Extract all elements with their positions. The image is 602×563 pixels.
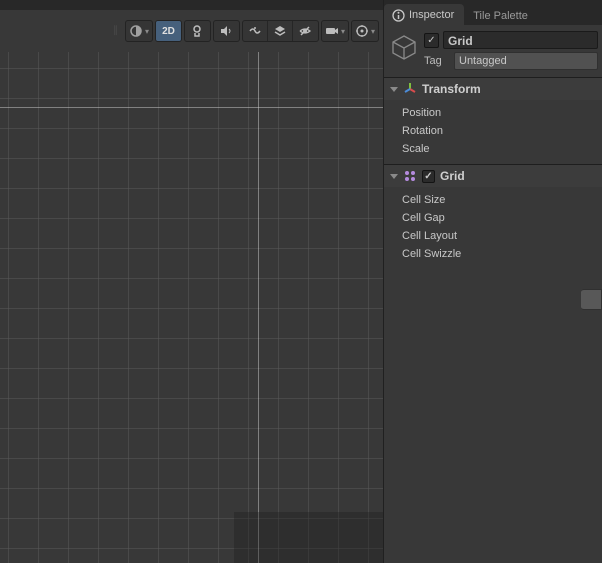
component-title: Grid bbox=[440, 169, 465, 183]
hidden-icon bbox=[298, 24, 312, 38]
audio-icon bbox=[219, 24, 233, 38]
light-icon bbox=[190, 24, 204, 38]
tab-tile-palette-label: Tile Palette bbox=[473, 10, 528, 22]
lighting-toggle[interactable] bbox=[184, 20, 211, 42]
component-header-grid[interactable]: ✓ Grid bbox=[384, 165, 602, 187]
prop-rotation[interactable]: Rotation bbox=[402, 122, 602, 140]
tab-inspector-label: Inspector bbox=[409, 9, 454, 21]
component-title: Transform bbox=[422, 82, 481, 96]
fx-icon bbox=[248, 24, 262, 38]
mode-2d-label: 2D bbox=[162, 26, 175, 37]
layers-toggle[interactable] bbox=[268, 21, 293, 41]
fx-layers-group bbox=[242, 20, 319, 42]
prop-cell-layout[interactable]: Cell Layout bbox=[402, 227, 602, 245]
chevron-down-icon: ▾ bbox=[341, 27, 345, 36]
foldout-icon bbox=[390, 87, 398, 92]
scene-canvas[interactable] bbox=[0, 52, 383, 563]
tag-dropdown[interactable]: Untagged bbox=[454, 52, 598, 70]
foldout-icon bbox=[390, 174, 398, 179]
info-icon bbox=[392, 9, 405, 22]
component-transform: Transform Position Rotation Scale bbox=[384, 77, 602, 164]
name-field[interactable]: Grid bbox=[443, 31, 598, 49]
tag-label: Tag bbox=[424, 55, 450, 67]
layers-icon bbox=[273, 24, 287, 38]
mode-2d-button[interactable]: 2D bbox=[155, 20, 182, 42]
tab-tile-palette[interactable]: Tile Palette bbox=[465, 6, 538, 25]
prop-cell-gap[interactable]: Cell Gap bbox=[402, 209, 602, 227]
gizmo-icon bbox=[355, 24, 369, 38]
inspector-header: ✓ Grid Tag Untagged bbox=[384, 25, 602, 77]
component-header-transform[interactable]: Transform bbox=[384, 78, 602, 100]
audio-toggle[interactable] bbox=[213, 20, 240, 42]
inspector-panel: Inspector Tile Palette ✓ Grid Tag Untagg… bbox=[383, 0, 602, 563]
prop-scale[interactable]: Scale bbox=[402, 140, 602, 158]
scene-axis-x bbox=[0, 107, 383, 108]
tag-value: Untagged bbox=[459, 55, 507, 67]
scene-axis-y bbox=[258, 52, 259, 563]
shading-dropdown[interactable]: ▾ bbox=[125, 20, 153, 42]
scene-object-shadow bbox=[234, 512, 383, 563]
toolbar-drag-handle[interactable]: ∥ bbox=[113, 29, 119, 33]
grid-enabled-checkbox[interactable]: ✓ bbox=[422, 170, 435, 183]
transform-icon bbox=[403, 82, 417, 96]
prop-position[interactable]: Position bbox=[402, 104, 602, 122]
chevron-down-icon: ▾ bbox=[371, 27, 375, 36]
camera-icon bbox=[325, 24, 339, 38]
panel-tabs: Inspector Tile Palette bbox=[384, 0, 602, 25]
tab-inspector[interactable]: Inspector bbox=[384, 4, 464, 25]
component-grid: ✓ Grid Cell Size Cell Gap Cell Layout Ce… bbox=[384, 164, 602, 269]
prop-cell-swizzle[interactable]: Cell Swizzle bbox=[402, 245, 602, 263]
scene-view: ⋮ ∥ ▾ 2D bbox=[0, 0, 383, 563]
shading-icon bbox=[129, 24, 143, 38]
fx-toggle[interactable] bbox=[243, 21, 268, 41]
hidden-toggle[interactable] bbox=[293, 21, 318, 41]
gizmo-dropdown[interactable]: ▾ bbox=[351, 20, 379, 42]
grid-component-icon bbox=[403, 169, 417, 183]
scene-toolbar: ∥ ▾ 2D bbox=[0, 10, 383, 52]
gameobject-icon[interactable] bbox=[390, 33, 418, 64]
enabled-checkbox[interactable]: ✓ bbox=[424, 33, 439, 48]
add-component-button[interactable] bbox=[581, 289, 602, 310]
chevron-down-icon: ▾ bbox=[145, 27, 149, 36]
prop-cell-size[interactable]: Cell Size bbox=[402, 191, 602, 209]
camera-dropdown[interactable]: ▾ bbox=[321, 20, 349, 42]
scene-grid bbox=[0, 52, 383, 563]
